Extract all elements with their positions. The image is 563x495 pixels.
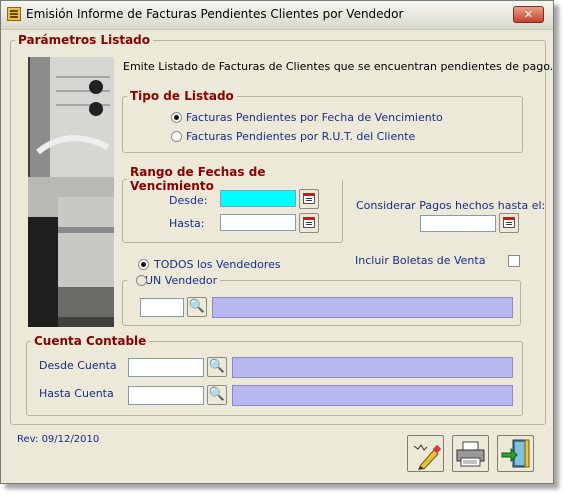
report-button[interactable] <box>407 435 444 472</box>
cuenta-desde-input[interactable] <box>128 358 204 377</box>
decorative-photo <box>28 57 114 327</box>
exit-door-icon <box>501 439 530 468</box>
cuenta-hasta-input[interactable] <box>128 386 204 405</box>
calendar-pagos-button[interactable] <box>499 213 519 233</box>
calendar-hasta-button[interactable] <box>299 213 319 233</box>
report-window: Emisión Informe de Facturas Pendientes C… <box>0 0 554 484</box>
revision-label: Rev: 09/12/2010 <box>17 434 100 445</box>
todos-vendedores-label[interactable]: TODOS los Vendedores <box>154 258 281 271</box>
rango-hasta-input[interactable] <box>220 214 296 231</box>
printer-icon <box>456 441 485 467</box>
vendedor-name-field <box>212 297 513 318</box>
un-vendedor-radio[interactable] <box>136 275 147 286</box>
tipo-fecha-radio[interactable] <box>171 112 182 123</box>
binoculars-hasta-icon[interactable]: 🔍 <box>207 385 227 405</box>
report-pen-icon <box>413 444 442 470</box>
pagos-label: Considerar Pagos hechos hasta el: <box>356 199 546 212</box>
print-button[interactable] <box>452 435 489 472</box>
cuenta-desde-label: Desde Cuenta <box>39 359 117 372</box>
title-bar: Emisión Informe de Facturas Pendientes C… <box>1 1 553 30</box>
cuenta-legend: Cuenta Contable <box>34 334 147 348</box>
rango-desde-label: Desde: <box>169 194 208 207</box>
boletas-label: Incluir Boletas de Venta <box>355 254 486 267</box>
params-legend: Parámetros Listado <box>18 33 151 47</box>
tipo-legend: Tipo de Listado <box>130 89 234 103</box>
window-title: Emisión Informe de Facturas Pendientes C… <box>26 7 404 21</box>
vendedor-code-input[interactable] <box>140 298 184 317</box>
close-button[interactable]: ✕ <box>513 6 544 23</box>
exit-button[interactable] <box>497 435 534 472</box>
rango-hasta-label: Hasta: <box>169 217 205 230</box>
binoculars-desde-icon[interactable]: 🔍 <box>207 357 227 377</box>
cuenta-desde-name-field <box>232 357 513 378</box>
cuenta-hasta-name-field <box>232 385 513 406</box>
tipo-fecha-label[interactable]: Facturas Pendientes por Fecha de Vencimi… <box>186 111 443 124</box>
boletas-checkbox[interactable] <box>508 255 520 267</box>
cuenta-hasta-label: Hasta Cuenta <box>39 387 114 400</box>
tipo-rut-radio[interactable] <box>171 131 182 142</box>
params-description: Emite Listado de Facturas de Clientes qu… <box>123 60 554 73</box>
rango-desde-input[interactable] <box>220 190 296 207</box>
tipo-rut-label[interactable]: Facturas Pendientes por R.U.T. del Clien… <box>186 130 415 143</box>
app-icon <box>7 7 21 21</box>
pagos-input[interactable] <box>420 215 496 232</box>
binoculars-vendedor-icon[interactable]: 🔍 <box>187 297 207 317</box>
calendar-desde-button[interactable] <box>299 189 319 209</box>
todos-vendedores-radio[interactable] <box>138 259 149 270</box>
